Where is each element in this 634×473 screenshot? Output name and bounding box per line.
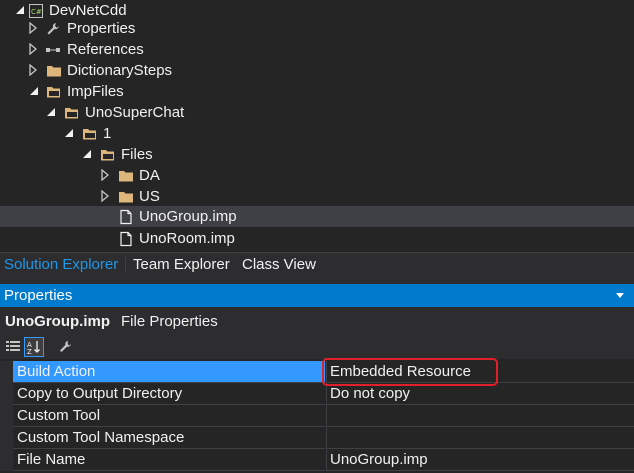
references-icon [46,48,60,52]
alphabetical-icon[interactable]: A Z [24,337,44,357]
properties-object-selector[interactable]: UnoGroup.imp File Properties [0,307,634,335]
property-row[interactable]: Build Action Embedded Resource [0,361,634,383]
svg-text:Z: Z [27,348,32,356]
collapsed-arrow-icon[interactable] [99,190,111,202]
property-name: Build Action [17,363,96,380]
solution-explorer-tree: C# DevNetCdd Properties References Dicti… [0,0,634,252]
tree-item-unoroom-imp[interactable]: UnoRoom.imp [0,228,634,249]
tree-item-label: References [67,41,144,58]
folder-icon [119,192,133,203]
collapsed-arrow-icon[interactable] [27,43,39,55]
tree-item-label: DA [139,167,160,184]
property-name: Custom Tool Namespace [17,429,185,446]
property-name: File Name [17,451,86,468]
grid-gutter [0,405,13,427]
property-value: Do not copy [330,385,411,402]
property-row[interactable]: Copy to Output Directory Do not copy [0,383,634,405]
tree-item-references[interactable]: References [0,39,634,60]
property-name: Custom Tool [17,407,101,424]
tree-item-impfiles[interactable]: ImpFiles [0,81,634,102]
folder-open-icon [65,108,78,119]
tree-item-files[interactable]: Files [0,144,634,165]
tree-item-label: UnoGroup.imp [139,208,237,225]
categorized-icon[interactable] [4,338,22,356]
grid-gutter [0,449,13,471]
grid-gutter [0,361,13,383]
property-value: UnoGroup.imp [330,451,428,468]
property-name-cell[interactable]: Build Action [13,361,325,383]
property-row[interactable]: File Name UnoGroup.imp [0,449,634,471]
csharp-project-icon: C# [29,4,43,18]
expanded-arrow-icon[interactable] [81,148,93,160]
property-name-cell[interactable]: File Name [13,449,325,471]
property-name-cell[interactable]: Custom Tool Namespace [13,427,325,449]
folder-icon [47,66,61,77]
properties-toolbar: A Z [0,335,634,359]
grid-gutter [0,427,13,449]
tool-window-tabs: Solution Explorer Team Explorer Class Vi… [0,252,634,277]
object-type: File Properties [121,313,218,330]
expanded-arrow-icon[interactable] [14,4,26,16]
folder-open-icon [101,150,114,161]
expanded-arrow-icon[interactable] [45,106,57,118]
tab-class-view[interactable]: Class View [242,256,316,274]
property-name: Copy to Output Directory [17,385,183,402]
folder-open-icon [47,87,60,98]
property-value-cell[interactable] [326,427,634,449]
properties-header: Properties [0,284,634,307]
file-icon [120,231,132,247]
tree-item-label: ImpFiles [67,83,124,100]
property-name-cell[interactable]: Copy to Output Directory [13,383,325,405]
property-row[interactable]: Custom Tool [0,405,634,427]
tab-team-explorer[interactable]: Team Explorer [133,256,230,274]
tree-item-label: UnoSuperChat [85,104,185,121]
property-row[interactable]: Custom Tool Namespace [0,427,634,449]
tree-item-properties[interactable]: Properties [0,18,634,39]
tree-item-label: Properties [67,20,136,37]
property-pages-icon[interactable] [56,338,74,356]
folder-open-icon [83,129,96,140]
properties-title: Properties [4,287,73,304]
tree-item-unogroup-imp[interactable]: UnoGroup.imp [0,206,634,227]
property-value-cell[interactable] [326,405,634,427]
object-name: UnoGroup.imp [5,313,110,330]
wrench-icon [47,23,59,35]
tree-item-label: US [139,188,160,205]
tree-item-label: 1 [103,125,112,142]
expanded-arrow-icon[interactable] [63,127,75,139]
property-grid: Build Action Embedded Resource Copy to O… [0,361,634,473]
tree-item-unosuperchat[interactable]: UnoSuperChat [0,102,634,123]
annotation-highlight [322,358,498,386]
grid-gutter [0,383,13,405]
tree-item-1[interactable]: 1 [0,123,634,144]
tree-item-da[interactable]: DA [0,165,634,186]
expanded-arrow-icon[interactable] [28,85,40,97]
tree-item-label: DictionarySteps [67,62,173,79]
chevron-down-icon[interactable] [616,293,624,298]
svg-text:C#: C# [31,8,42,16]
file-icon [120,209,132,225]
collapsed-arrow-icon[interactable] [99,169,111,181]
tree-item-us[interactable]: US [0,186,634,207]
property-name-cell[interactable]: Custom Tool [13,405,325,427]
tree-item-label: UnoRoom.imp [139,230,235,247]
tree-item-label: Files [121,146,153,163]
tab-solution-explorer[interactable]: Solution Explorer [4,256,118,274]
property-value-cell[interactable]: UnoGroup.imp [326,449,634,471]
folder-icon [119,171,133,182]
property-value-cell[interactable]: Do not copy [326,383,634,405]
collapsed-arrow-icon[interactable] [27,64,39,76]
collapsed-arrow-icon[interactable] [27,22,39,34]
tab-divider [125,257,126,273]
panel-gap [0,277,634,284]
tree-item-dictionarysteps[interactable]: DictionarySteps [0,60,634,81]
